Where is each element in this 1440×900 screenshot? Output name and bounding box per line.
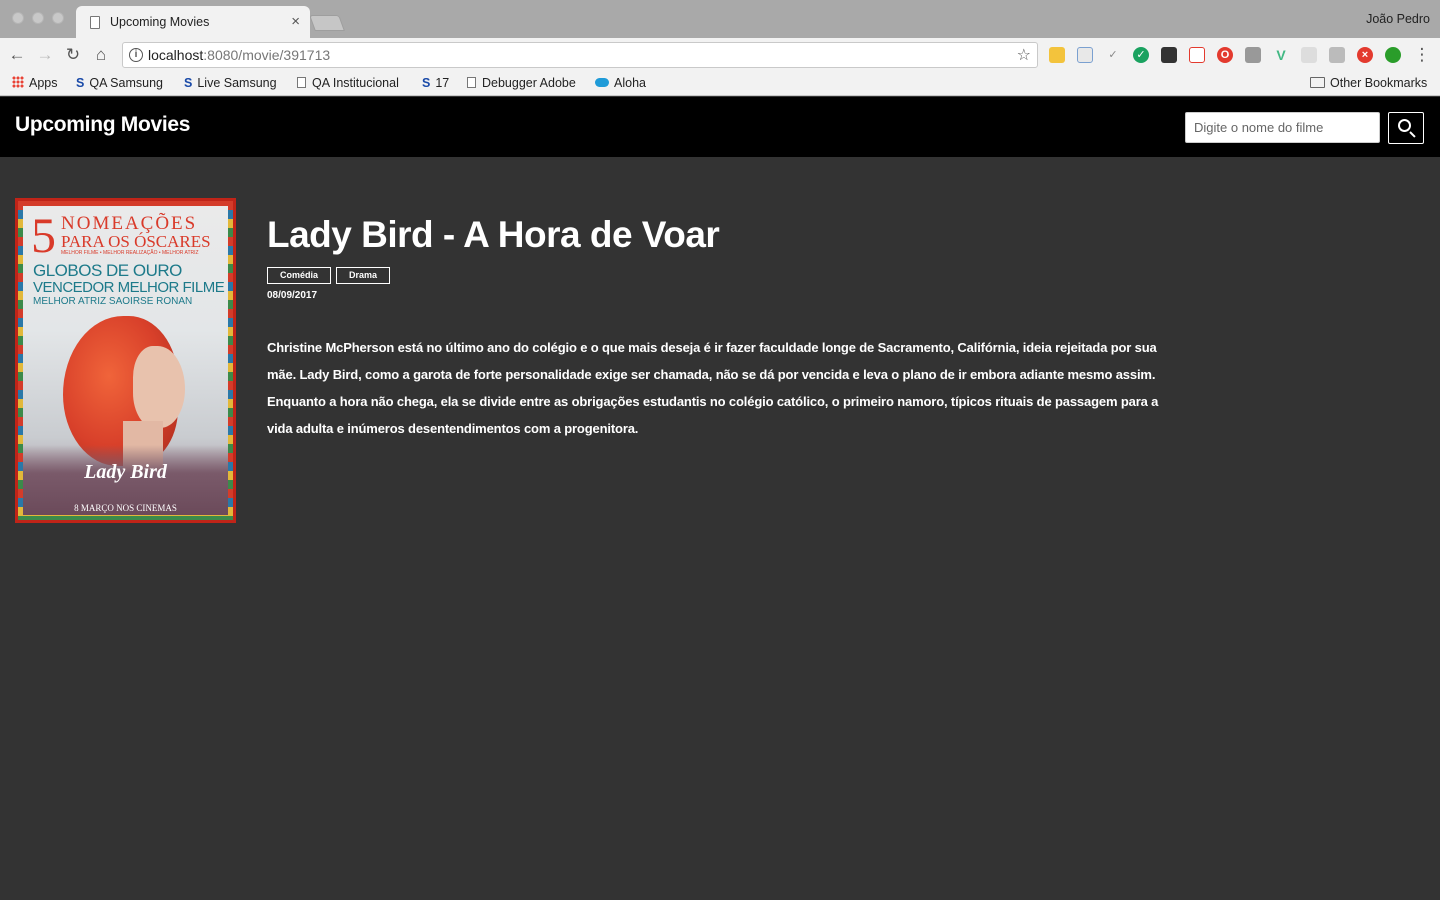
poster-face [133, 346, 185, 428]
page-icon [90, 16, 100, 29]
bookmark-live-samsung[interactable]: S Live Samsung [184, 76, 277, 90]
bookmark-debugger-adobe[interactable]: Debugger Adobe [467, 76, 576, 90]
browser-toolbar: ← → ↻ ⌂ i localhost:8080/movie/391713 ☆ … [0, 38, 1440, 72]
opera-icon[interactable]: O [1217, 47, 1233, 63]
url-text[interactable]: localhost:8080/movie/391713 [148, 47, 330, 63]
zoom-window-icon[interactable] [52, 12, 64, 24]
green-circle-icon[interactable] [1385, 47, 1401, 63]
cloud-icon [595, 78, 609, 87]
poster-five: 5 [31, 207, 56, 263]
app-brand[interactable]: Upcoming Movies [15, 113, 191, 137]
samsung-icon: S [184, 76, 193, 90]
folder-icon [1310, 77, 1325, 88]
close-window-icon[interactable] [12, 12, 24, 24]
flag-icon[interactable] [1049, 47, 1065, 63]
share-icon[interactable]: ✓ [1133, 47, 1149, 63]
minimize-window-icon[interactable] [32, 12, 44, 24]
release-date: 08/09/2017 [267, 290, 318, 301]
genre-list: Comédia Drama [267, 267, 391, 284]
poster-nomeacoes: NOMEAÇÕES [61, 213, 198, 234]
forward-icon[interactable]: → [34, 44, 56, 66]
new-tab-button[interactable] [309, 15, 345, 31]
samsung-icon: S [76, 76, 85, 90]
movie-overview: Christine McPherson está no último ano d… [267, 340, 1159, 436]
bookmark-17[interactable]: S 17 [422, 76, 449, 90]
poster-oscares: PARA OS ÓSCARES [61, 232, 211, 251]
samsung-icon: S [422, 76, 431, 90]
profile-name[interactable]: João Pedro [1366, 12, 1430, 26]
poster-logo: Lady Bird [84, 461, 167, 483]
menu-icon[interactable]: ⋮ [1411, 44, 1433, 66]
bookmark-qa-samsung[interactable]: S QA Samsung [76, 76, 163, 90]
poster-atriz: MELHOR ATRIZ SAOIRSE RONAN [33, 296, 193, 307]
home-icon[interactable]: ⌂ [90, 44, 112, 66]
check-icon[interactable]: ✓ [1105, 47, 1121, 63]
pocket-icon[interactable] [1189, 47, 1205, 63]
bookmark-qa-institucional[interactable]: QA Institucional [297, 76, 399, 90]
other-bookmarks[interactable]: Other Bookmarks [1310, 76, 1427, 90]
page-icon [297, 77, 306, 88]
search-icon [1398, 119, 1411, 132]
bookmark-apps[interactable]: Apps [12, 76, 58, 90]
bookmark-star-icon[interactable]: ☆ [1017, 45, 1031, 65]
tab-close-icon[interactable]: × [291, 13, 300, 30]
bookmark-aloha[interactable]: Aloha [595, 76, 646, 90]
app-header: Upcoming Movies [0, 97, 1440, 157]
poster-vencedor: VENCEDOR MELHOR FILME [33, 279, 225, 296]
genre-badge: Comédia [267, 267, 332, 284]
reload-ext-icon[interactable] [1301, 47, 1317, 63]
search-button[interactable] [1388, 112, 1424, 144]
camera-icon[interactable] [1245, 47, 1261, 63]
tabs-icon[interactable] [1161, 47, 1177, 63]
apps-icon [12, 76, 24, 88]
back-icon[interactable]: ← [6, 44, 28, 66]
poster-globos: GLOBOS DE OURO [33, 261, 182, 280]
movie-title: Lady Bird - A Hora de Voar [267, 214, 720, 255]
page-icon [467, 77, 476, 88]
poster-categories: MELHOR FILME • MELHOR REALIZAÇÃO • MELHO… [61, 250, 199, 256]
browser-tab[interactable]: Upcoming Movies × [76, 6, 310, 38]
vue-icon[interactable]: V [1273, 47, 1289, 63]
block-icon[interactable]: × [1357, 47, 1373, 63]
square-icon[interactable] [1329, 47, 1345, 63]
info-icon[interactable]: i [129, 48, 143, 62]
tab-title: Upcoming Movies [110, 15, 210, 29]
movie-poster: 5 NOMEAÇÕES PARA OS ÓSCARES MELHOR FILME… [15, 198, 236, 523]
window-icon[interactable] [1077, 47, 1093, 63]
poster-date: 8 MARÇO NOS CINEMAS [74, 503, 177, 513]
bookmarks-bar: Apps S QA Samsung S Live Samsung QA Instit… [0, 72, 1440, 96]
reload-icon[interactable]: ↻ [62, 44, 84, 66]
address-bar[interactable]: i localhost:8080/movie/391713 ☆ [122, 42, 1038, 68]
search-input[interactable] [1185, 112, 1380, 143]
genre-badge: Drama [336, 267, 391, 284]
browser-title-bar: Upcoming Movies × João Pedro [0, 0, 1440, 38]
